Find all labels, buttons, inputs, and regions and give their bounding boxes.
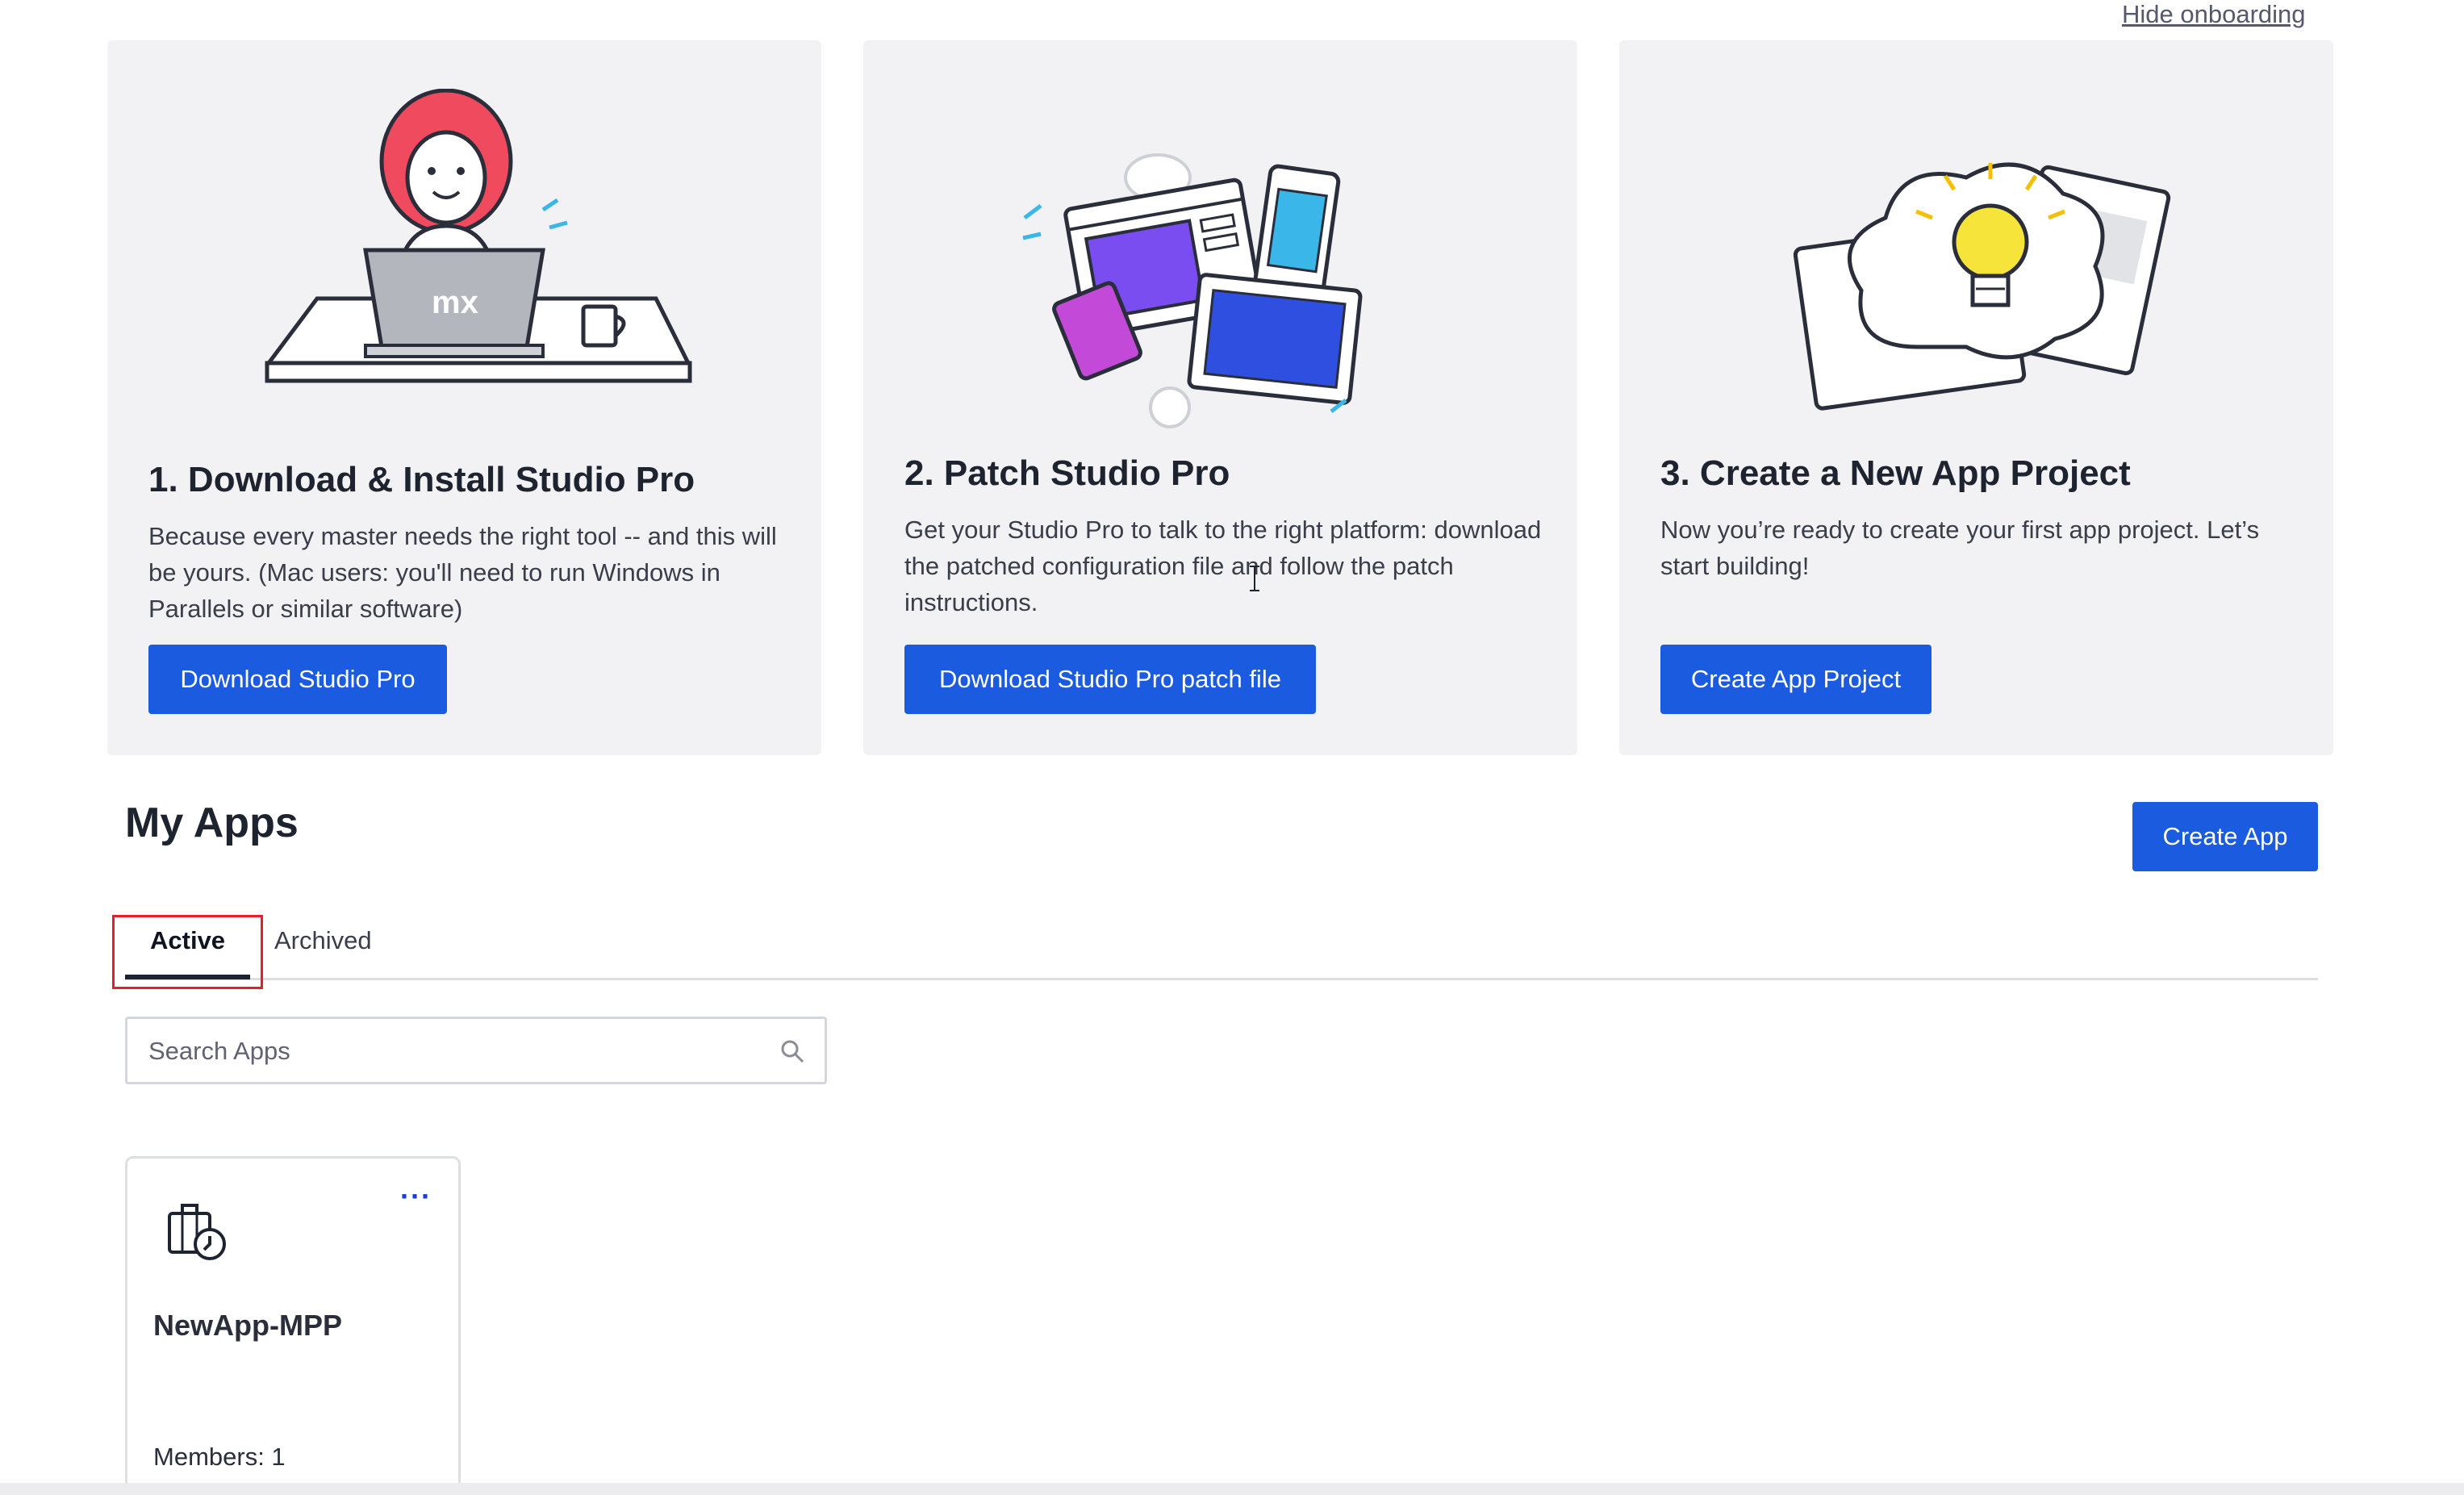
card-description: Because every master needs the right too…: [148, 522, 777, 623]
tabs-divider: [125, 978, 2318, 980]
download-studio-pro-button[interactable]: Download Studio Pro: [148, 645, 447, 714]
briefcase-clock-icon: [168, 1204, 226, 1260]
create-app-button[interactable]: Create App: [2132, 802, 2318, 871]
search-apps-field[interactable]: [125, 1017, 827, 1084]
lightbulb-idea-illustration: [1793, 162, 2171, 411]
onboarding-card-download: mx 1. Download & Install Studio Pro Beca…: [107, 40, 821, 755]
tab-highlight-box: [112, 915, 263, 989]
tab-archived[interactable]: Archived: [274, 926, 372, 955]
onboarding-card-patch: 2. Patch Studio Pro Get your Studio Pro …: [863, 40, 1577, 755]
card-title: 1. Download & Install Studio Pro: [148, 460, 695, 499]
card-description: Get your Studio Pro to talk to the right…: [904, 516, 1542, 616]
person-at-laptop-illustration: mx: [265, 89, 692, 383]
hide-onboarding-link[interactable]: Hide onboarding: [2122, 0, 2306, 29]
my-apps-title: My Apps: [125, 800, 299, 846]
search-input[interactable]: [147, 1019, 763, 1084]
devices-illustration: [1022, 153, 1363, 428]
app-members-count: Members: 1: [153, 1443, 286, 1471]
onboarding-card-create-project: 3. Create a New App Project Now you’re r…: [1619, 40, 2333, 755]
card-title: 2. Patch Studio Pro: [904, 453, 1230, 493]
app-card[interactable]: ··· NewApp-MPP Members: 1: [125, 1156, 461, 1495]
text-cursor-icon: [1250, 566, 1259, 591]
search-icon[interactable]: [779, 1038, 805, 1064]
create-app-project-button[interactable]: Create App Project: [1660, 645, 1932, 714]
card-title: 3. Create a New App Project: [1660, 453, 2131, 493]
page: Hide onboarding mx 1. Download & Install…: [0, 0, 2464, 1495]
svg-text:mx: mx: [432, 285, 478, 320]
download-patch-file-button[interactable]: Download Studio Pro patch file: [904, 645, 1316, 714]
bottom-scroll-edge: [0, 1483, 2464, 1495]
app-name[interactable]: NewApp-MPP: [153, 1309, 342, 1343]
app-more-options-button[interactable]: ···: [400, 1180, 432, 1213]
card-description: Now you’re ready to create your first ap…: [1660, 516, 2260, 580]
